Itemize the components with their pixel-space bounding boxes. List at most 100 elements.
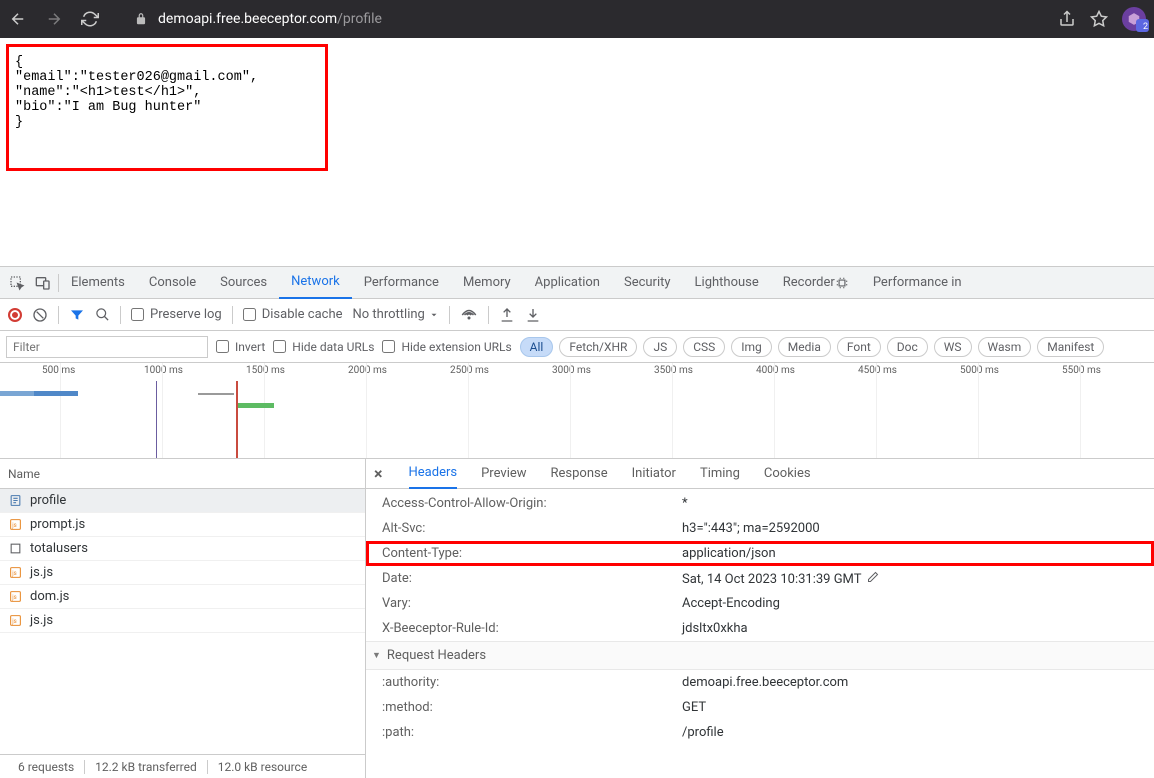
devtools-tab-console[interactable]: Console xyxy=(137,267,208,299)
status-bar: 6 requests 12.2 kB transferred 12.0 kB r… xyxy=(0,754,365,778)
filter-row: Invert Hide data URLs Hide extension URL… xyxy=(0,331,1154,363)
filter-pill-wasm[interactable]: Wasm xyxy=(978,337,1032,357)
request-detail: × Headers Preview Response Initiator Timing C… xyxy=(366,459,1154,778)
svg-text:js: js xyxy=(11,594,17,601)
json-response-box: { "email":"tester026@gmail.com", "name":… xyxy=(6,44,328,171)
header-value: application/json xyxy=(682,546,1154,561)
reload-button[interactable] xyxy=(80,9,100,29)
filter-pill-doc[interactable]: Doc xyxy=(887,337,928,357)
network-toolbar: Preserve log Disable cache No throttling xyxy=(0,299,1154,331)
request-row[interactable]: profile xyxy=(0,489,365,513)
throttling-select[interactable]: No throttling xyxy=(353,307,439,322)
upload-icon[interactable] xyxy=(499,307,515,323)
timeline[interactable]: 500 ms1000 ms1500 ms2000 ms2500 ms3000 m… xyxy=(0,363,1154,459)
svg-text:js: js xyxy=(11,570,17,577)
hide-ext-urls-checkbox[interactable]: Hide extension URLs xyxy=(382,340,511,354)
header-value: jdsltx0xkha xyxy=(682,621,1154,636)
timeline-tick: 2000 ms xyxy=(348,365,387,376)
request-type-icon xyxy=(8,494,22,508)
header-value: Sat, 14 Oct 2023 10:31:39 GMT xyxy=(682,571,1154,587)
detail-tab-timing[interactable]: Timing xyxy=(700,459,740,489)
address-bar[interactable]: demoapi.free.beeceptor.com/profile xyxy=(116,11,1042,27)
request-headers-section[interactable]: Request Headers xyxy=(366,641,1154,670)
back-button[interactable] xyxy=(8,9,28,29)
request-row[interactable]: jsjs.js xyxy=(0,609,365,633)
url-path: /profile xyxy=(337,11,382,27)
request-name: totalusers xyxy=(30,541,88,556)
request-header-row: :authority:demoapi.free.beeceptor.com xyxy=(366,670,1154,695)
share-icon[interactable] xyxy=(1058,10,1076,28)
url-domain: demoapi.free.beeceptor.com xyxy=(158,11,337,27)
devtools-tab-recorder[interactable]: Recorder xyxy=(771,267,861,299)
filter-pill-font[interactable]: Font xyxy=(837,337,881,357)
extension-badge[interactable]: 2 xyxy=(1122,7,1146,31)
filter-pill-all[interactable]: All xyxy=(520,337,554,357)
search-icon[interactable] xyxy=(95,307,110,322)
page-body: { "email":"tester026@gmail.com", "name":… xyxy=(0,38,1154,266)
devtools-tab-lighthouse[interactable]: Lighthouse xyxy=(683,267,771,299)
forward-button[interactable] xyxy=(44,9,64,29)
devtools-tab-performance[interactable]: Performance xyxy=(352,267,451,299)
edit-icon[interactable] xyxy=(867,571,879,583)
devtools-tab-sources[interactable]: Sources xyxy=(208,267,279,299)
detail-tab-initiator[interactable]: Initiator xyxy=(632,459,676,489)
detail-tabs: × Headers Preview Response Initiator Timing C… xyxy=(366,459,1154,489)
header-key: :authority: xyxy=(366,675,682,690)
response-header-row: Content-Type:application/json xyxy=(366,541,1154,566)
hide-data-urls-checkbox[interactable]: Hide data URLs xyxy=(273,340,374,354)
detail-tab-cookies[interactable]: Cookies xyxy=(764,459,811,489)
devtools-tab-elements[interactable]: Elements xyxy=(59,267,137,299)
close-detail-button[interactable]: × xyxy=(374,464,389,483)
request-row[interactable]: jsprompt.js xyxy=(0,513,365,537)
filter-pill-manifest[interactable]: Manifest xyxy=(1037,337,1104,357)
header-key: Content-Type: xyxy=(366,546,682,561)
disable-cache-checkbox[interactable]: Disable cache xyxy=(243,307,343,322)
timeline-tick: 4500 ms xyxy=(858,365,897,376)
devtools-tab-application[interactable]: Application xyxy=(523,267,612,299)
filter-icon[interactable] xyxy=(69,307,85,323)
request-header-row: :method:GET xyxy=(366,695,1154,720)
inspect-icon[interactable] xyxy=(6,272,28,294)
header-value: /profile xyxy=(682,725,1154,740)
request-header-row: :path:/profile xyxy=(366,720,1154,745)
download-icon[interactable] xyxy=(525,307,541,323)
detail-tab-headers[interactable]: Headers xyxy=(409,459,458,489)
filter-pill-media[interactable]: Media xyxy=(778,337,831,357)
timeline-tick: 4000 ms xyxy=(756,365,795,376)
network-settings-icon[interactable] xyxy=(460,306,478,324)
devtools-tab-performance-in[interactable]: Performance in xyxy=(861,267,974,299)
filter-pill-ws[interactable]: WS xyxy=(934,337,972,357)
request-type-icon xyxy=(8,542,22,556)
header-key: X-Beeceptor-Rule-Id: xyxy=(366,621,682,636)
svg-text:js: js xyxy=(11,522,17,529)
devtools-tab-security[interactable]: Security xyxy=(612,267,683,299)
filter-input[interactable] xyxy=(6,336,208,358)
bookmark-star-icon[interactable] xyxy=(1090,10,1108,28)
device-icon[interactable] xyxy=(32,272,54,294)
preserve-log-checkbox[interactable]: Preserve log xyxy=(131,307,222,322)
header-key: :method: xyxy=(366,700,682,715)
filter-pill-js[interactable]: JS xyxy=(643,337,677,357)
lock-icon xyxy=(134,12,148,26)
clear-button[interactable] xyxy=(32,307,48,323)
filter-pill-fetch-xhr[interactable]: Fetch/XHR xyxy=(559,337,637,357)
invert-checkbox[interactable]: Invert xyxy=(216,340,265,354)
response-header-row: Alt-Svc:h3=":443"; ma=2592000 xyxy=(366,516,1154,541)
devtools-tab-memory[interactable]: Memory xyxy=(451,267,523,299)
request-name: profile xyxy=(30,493,66,508)
detail-tab-response[interactable]: Response xyxy=(551,459,608,489)
request-type-icon: js xyxy=(8,590,22,604)
name-column-header[interactable]: Name xyxy=(0,459,365,489)
record-button[interactable] xyxy=(8,308,22,322)
filter-pill-img[interactable]: Img xyxy=(731,337,772,357)
filter-pill-css[interactable]: CSS xyxy=(683,337,725,357)
timeline-tick: 1500 ms xyxy=(246,365,285,376)
request-row[interactable]: jsdom.js xyxy=(0,585,365,609)
devtools-tab-network[interactable]: Network xyxy=(279,267,352,299)
request-type-icon: js xyxy=(8,614,22,628)
header-value: h3=":443"; ma=2592000 xyxy=(682,521,1154,536)
toolbar-right: 2 xyxy=(1058,7,1146,31)
request-row[interactable]: totalusers xyxy=(0,537,365,561)
detail-tab-preview[interactable]: Preview xyxy=(481,459,526,489)
request-row[interactable]: jsjs.js xyxy=(0,561,365,585)
